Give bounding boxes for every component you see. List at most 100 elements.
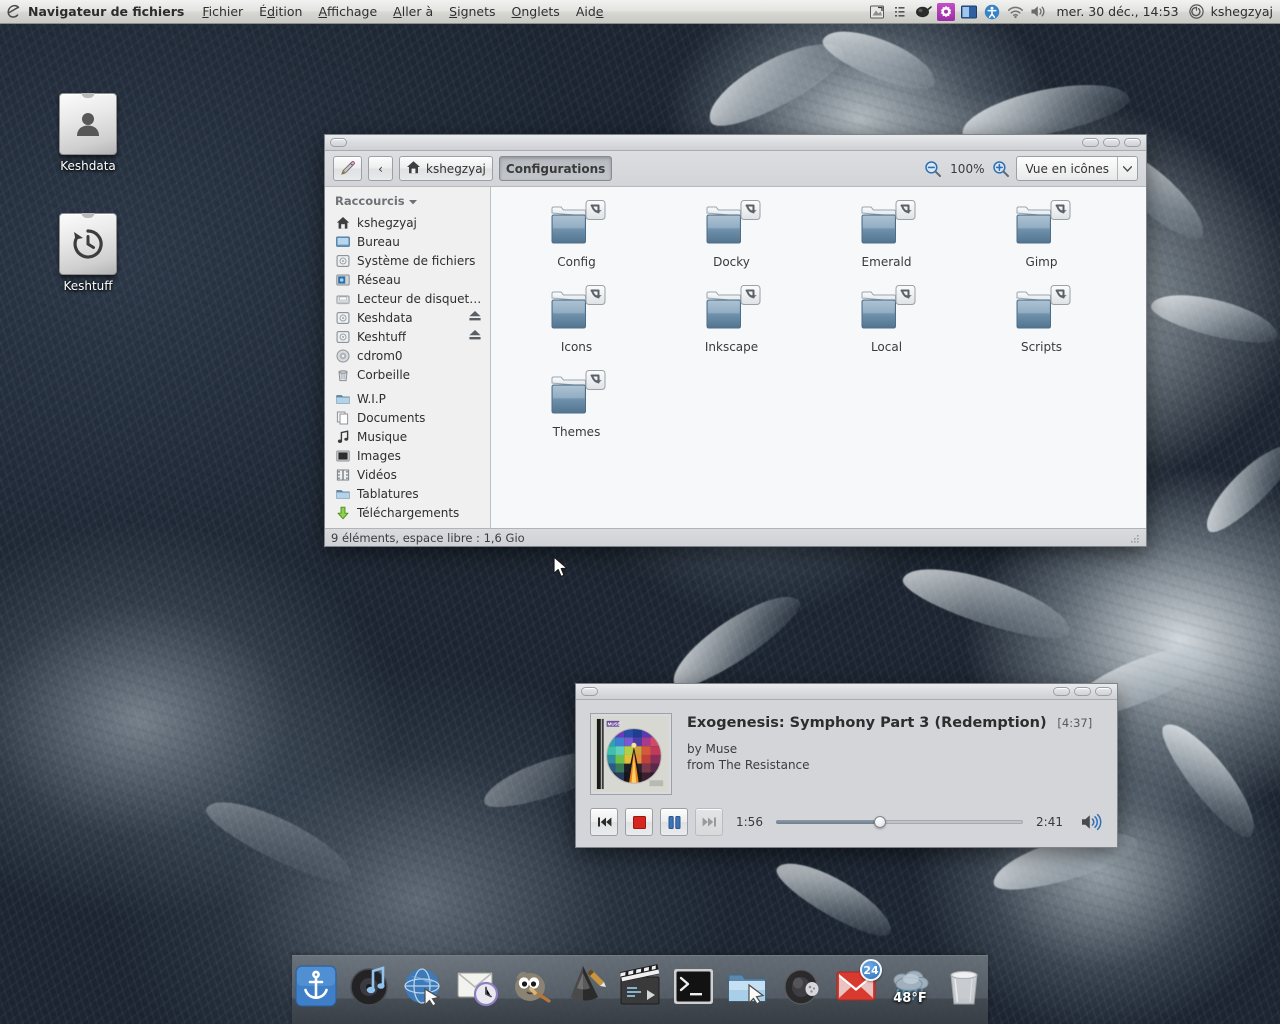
accessibility-icon[interactable] bbox=[983, 3, 1001, 21]
file-item-gimp[interactable]: Gimp bbox=[964, 199, 1119, 284]
dock-item-gimp[interactable] bbox=[509, 963, 555, 1009]
back-button[interactable]: ‹ bbox=[368, 156, 393, 181]
album-cover-art[interactable]: MUSE bbox=[590, 713, 672, 795]
menu-onglets[interactable]: Onglets bbox=[504, 1, 568, 22]
eject-icon[interactable] bbox=[468, 310, 482, 325]
drive-icon bbox=[335, 254, 351, 268]
sidebar-item-corbeille[interactable]: Corbeille bbox=[325, 365, 490, 384]
panel-left-section: Navigateur de fichiers Fichier Édition A… bbox=[0, 0, 611, 23]
hard-drive-user-icon bbox=[59, 93, 117, 155]
menu-edition[interactable]: Édition bbox=[251, 1, 310, 22]
close-button[interactable] bbox=[1095, 687, 1112, 696]
volume-high-icon[interactable] bbox=[1076, 812, 1103, 832]
dock-item-video-player[interactable] bbox=[617, 963, 663, 1009]
file-manager-content[interactable]: Config Docky Emerald Gimp Icons Inkscape… bbox=[491, 187, 1146, 528]
sidebar-item-musique[interactable]: Musique bbox=[325, 427, 490, 446]
panel-app-title: Navigateur de fichiers bbox=[28, 4, 185, 19]
close-button[interactable] bbox=[1124, 138, 1141, 147]
sidebar-header[interactable]: Raccourcis bbox=[325, 191, 490, 213]
sidebar-item-w-i-p[interactable]: W.I.P bbox=[325, 389, 490, 408]
desktop-icon-keshdata[interactable]: Keshdata bbox=[33, 93, 143, 173]
sidebar-item-syst-me-de-fichiers[interactable]: Système de fichiers bbox=[325, 251, 490, 270]
panel-clock[interactable]: mer. 30 déc., 14:53 bbox=[1052, 4, 1182, 19]
screenshot-tool-icon[interactable] bbox=[868, 3, 886, 21]
file-item-local[interactable]: Local bbox=[809, 284, 964, 369]
dock-item-terminal[interactable] bbox=[671, 963, 717, 1009]
menu-pill-button[interactable] bbox=[581, 687, 598, 696]
sidebar-item-r-seau[interactable]: Réseau bbox=[325, 270, 490, 289]
menu-aller-a[interactable]: Aller à bbox=[385, 1, 441, 22]
sidebar-item-vid-os[interactable]: Vidéos bbox=[325, 465, 490, 484]
file-item-scripts[interactable]: Scripts bbox=[964, 284, 1119, 369]
resize-grip[interactable] bbox=[1128, 532, 1140, 544]
file-item-emerald[interactable]: Emerald bbox=[809, 199, 964, 284]
sidebar-item-images[interactable]: Images bbox=[325, 446, 490, 465]
file-manager-titlebar[interactable] bbox=[325, 135, 1146, 151]
file-item-config[interactable]: Config bbox=[499, 199, 654, 284]
menu-pill-button[interactable] bbox=[330, 138, 347, 147]
sidebar-item-keshtuff[interactable]: Keshtuff bbox=[325, 327, 490, 346]
file-item-icons[interactable]: Icons bbox=[499, 284, 654, 369]
file-item-label: Config bbox=[557, 255, 596, 269]
zoom-out-icon[interactable] bbox=[924, 160, 942, 178]
dock-item-file-manager[interactable] bbox=[725, 963, 771, 1009]
file-item-label: Gimp bbox=[1025, 255, 1058, 269]
cuttlefish-dark-icon[interactable] bbox=[914, 3, 933, 21]
list-menu-icon[interactable] bbox=[891, 3, 909, 21]
seek-knob[interactable] bbox=[873, 816, 886, 828]
dock-item-gmail[interactable]: 24 bbox=[833, 959, 882, 1009]
dock-item-inkscape[interactable] bbox=[563, 963, 609, 1009]
sidebar-item-keshdata[interactable]: Keshdata bbox=[325, 308, 490, 327]
nautilus-e-logo-icon[interactable] bbox=[0, 3, 26, 20]
volume-icon[interactable] bbox=[1029, 3, 1047, 21]
dock-item-docky-anchor[interactable] bbox=[293, 963, 339, 1009]
view-mode-select[interactable]: Vue en icônes bbox=[1016, 156, 1138, 181]
menu-aide[interactable]: Aide bbox=[568, 1, 612, 22]
drive-icon bbox=[335, 311, 351, 325]
menu-signets[interactable]: Signets bbox=[441, 1, 503, 22]
breadcrumb-configurations[interactable]: Configurations bbox=[498, 156, 613, 181]
stop-icon[interactable] bbox=[625, 808, 653, 836]
seek-slider[interactable] bbox=[775, 814, 1024, 830]
dock-item-mail-clock[interactable] bbox=[455, 963, 501, 1009]
eject-icon[interactable] bbox=[468, 329, 482, 344]
file-item-inkscape[interactable]: Inkscape bbox=[654, 284, 809, 369]
media-player-info: MUSE Exogenesis: Symphony Part 3 (Redemp… bbox=[576, 700, 1117, 797]
sidebar-item-tablatures[interactable]: Tablatures bbox=[325, 484, 490, 503]
video-icon bbox=[335, 468, 351, 482]
wifi-icon[interactable] bbox=[1006, 3, 1024, 21]
sidebar-item-lecteur-de-disquettes[interactable]: Lecteur de disquettes bbox=[325, 289, 490, 308]
minimize-button[interactable] bbox=[1082, 138, 1099, 147]
breadcrumb-kshegzyaj[interactable]: kshegzyaj bbox=[399, 156, 493, 181]
maximize-button[interactable] bbox=[1103, 138, 1120, 147]
sidebar-item-t-l-chargements[interactable]: Téléchargements bbox=[325, 503, 490, 522]
workspace-switcher-icon[interactable] bbox=[960, 3, 978, 21]
next-track-icon[interactable] bbox=[695, 808, 723, 836]
dock-item-trash[interactable] bbox=[941, 963, 987, 1009]
maximize-button[interactable] bbox=[1074, 687, 1091, 696]
media-player-controls: 1:56 2:41 bbox=[576, 797, 1117, 847]
zoom-in-icon[interactable] bbox=[992, 160, 1010, 178]
minimize-button[interactable] bbox=[1053, 687, 1070, 696]
menu-affichage[interactable]: Affichage bbox=[310, 1, 385, 22]
sidebar-item-bureau[interactable]: Bureau bbox=[325, 232, 490, 251]
file-item-themes[interactable]: Themes bbox=[499, 369, 654, 454]
svg-text:MUSE: MUSE bbox=[608, 722, 621, 727]
settings-gear-icon[interactable] bbox=[937, 2, 956, 21]
sidebar-item-kshegzyaj[interactable]: kshegzyaj bbox=[325, 213, 490, 232]
menu-fichier[interactable]: Fichier bbox=[194, 1, 251, 22]
media-player-titlebar[interactable] bbox=[576, 684, 1117, 700]
previous-track-icon[interactable] bbox=[590, 808, 618, 836]
file-item-docky[interactable]: Docky bbox=[654, 199, 809, 284]
power-icon[interactable] bbox=[1188, 3, 1206, 21]
dock-item-weather[interactable]: 48°F bbox=[887, 963, 933, 1009]
panel-username[interactable]: kshegzyaj bbox=[1211, 4, 1273, 19]
sidebar-item-documents[interactable]: Documents bbox=[325, 408, 490, 427]
desktop-icon-keshtuff[interactable]: Keshtuff bbox=[33, 213, 143, 293]
dock-item-music-player[interactable] bbox=[347, 963, 393, 1009]
dock-item-web-browser[interactable] bbox=[401, 963, 447, 1009]
sidebar-item-cdrom0[interactable]: cdrom0 bbox=[325, 346, 490, 365]
pause-icon[interactable] bbox=[660, 808, 688, 836]
pencil-edit-icon[interactable] bbox=[333, 156, 362, 181]
dock-item-audio-speaker[interactable] bbox=[779, 963, 825, 1009]
